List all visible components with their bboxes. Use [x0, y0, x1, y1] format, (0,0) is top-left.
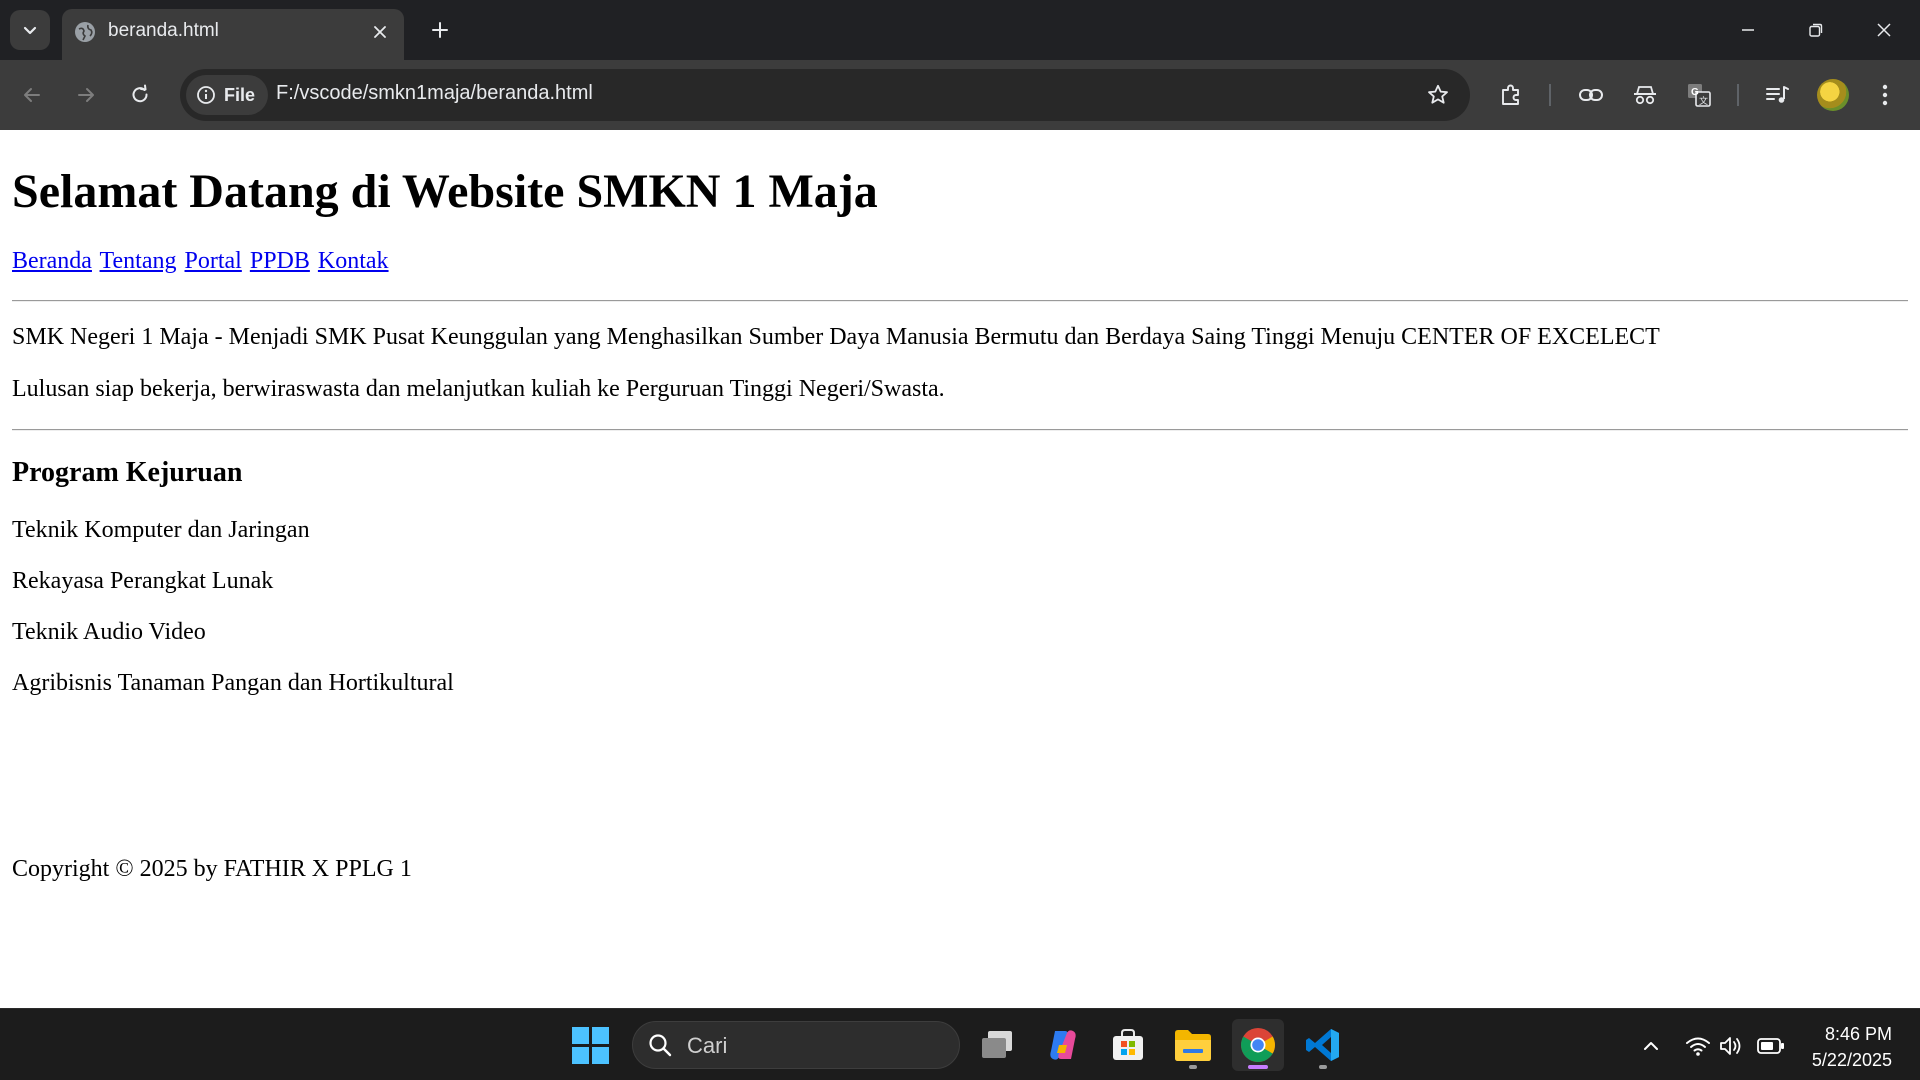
- show-hidden-icons-button[interactable]: [1636, 1031, 1666, 1061]
- chevron-down-icon: [23, 26, 37, 35]
- microsoft-store-button[interactable]: [1102, 1019, 1154, 1071]
- footer-copyright: Copyright © 2025 by FATHIR X PPLG 1: [12, 856, 412, 882]
- arrow-right-icon: [78, 88, 94, 102]
- browser-tab-active[interactable]: beranda.html: [62, 9, 404, 60]
- translate-button[interactable]: G文: [1682, 78, 1716, 112]
- running-indicator: [1189, 1065, 1197, 1069]
- close-icon: [374, 26, 386, 38]
- reload-icon: [132, 84, 148, 103]
- chrome-icon: [1241, 1028, 1275, 1062]
- translate-icon: G文: [1688, 84, 1711, 107]
- nav-link-tentang[interactable]: Tentang: [100, 248, 177, 274]
- divider: [12, 300, 1908, 302]
- site-info-chip[interactable]: File: [186, 75, 268, 115]
- plus-icon: [432, 22, 448, 38]
- intro-paragraph: SMK Negeri 1 Maja - Menjadi SMK Pusat Ke…: [12, 324, 1660, 350]
- windows-taskbar: Cari 8:46 PM 5/22/2025: [0, 1008, 1920, 1080]
- clock-date: 5/22/2025: [1811, 1050, 1892, 1070]
- close-icon: [1877, 23, 1891, 37]
- program-item: Rekayasa Perangkat Lunak: [12, 568, 274, 594]
- task-view-icon: [982, 1031, 1012, 1058]
- search-icon: [649, 1034, 672, 1057]
- vscode-taskbar-button[interactable]: [1297, 1019, 1349, 1071]
- wifi-icon: [1686, 1037, 1710, 1056]
- battery-icon: [1757, 1038, 1784, 1054]
- taskbar-search[interactable]: Cari: [632, 1021, 960, 1069]
- folder-icon: [1175, 1030, 1211, 1061]
- svg-text:G: G: [1691, 87, 1699, 98]
- windows-logo-icon: [572, 1027, 589, 1044]
- tab-title: beranda.html: [108, 20, 219, 41]
- globe-icon: [75, 22, 95, 42]
- chrome-menu-button[interactable]: [1868, 78, 1902, 112]
- start-button[interactable]: [572, 1027, 610, 1065]
- media-controls-button[interactable]: [1760, 78, 1794, 112]
- vscode-icon: [1306, 1029, 1339, 1061]
- file-explorer-button[interactable]: [1167, 1019, 1219, 1071]
- site-navigation: Beranda Tentang Portal PPDB Kontak: [12, 248, 391, 275]
- active-indicator: [1248, 1065, 1268, 1069]
- profile-avatar[interactable]: [1817, 79, 1849, 111]
- wifi-button[interactable]: [1683, 1031, 1713, 1061]
- link-icon: [1579, 89, 1603, 101]
- program-item: Teknik Audio Video: [12, 619, 206, 645]
- toolbar-separator: [1737, 84, 1739, 106]
- browser-toolbar: File F:/vscode/smkn1maja/beranda.html G文: [0, 60, 1920, 130]
- nav-link-kontak[interactable]: Kontak: [318, 248, 389, 274]
- volume-button[interactable]: [1716, 1031, 1746, 1061]
- back-button[interactable]: [12, 75, 52, 115]
- copy-link-button[interactable]: [1574, 78, 1608, 112]
- reload-button[interactable]: [120, 75, 160, 115]
- svg-text:文: 文: [1699, 95, 1708, 106]
- toolbar-separator: [1549, 84, 1551, 106]
- clock-time: 8:46 PM: [1824, 1024, 1892, 1044]
- incognito-button[interactable]: [1628, 78, 1662, 112]
- speaker-icon: [1720, 1037, 1741, 1055]
- forward-button[interactable]: [66, 75, 106, 115]
- tab-close-button[interactable]: [366, 18, 394, 46]
- close-window-button[interactable]: [1862, 8, 1906, 52]
- restore-icon: [1809, 23, 1823, 37]
- program-heading: Program Kejuruan: [12, 457, 243, 488]
- more-vertical-icon: [1882, 84, 1888, 106]
- program-item: Teknik Komputer dan Jaringan: [12, 517, 310, 543]
- arrow-left-icon: [24, 88, 40, 102]
- restore-button[interactable]: [1794, 8, 1838, 52]
- page-content: Selamat Datang di Website SMKN 1 Maja Be…: [0, 130, 1920, 1008]
- url-text[interactable]: F:/vscode/smkn1maja/beranda.html: [276, 82, 593, 105]
- store-icon: [1113, 1029, 1143, 1060]
- task-view-button[interactable]: [972, 1019, 1024, 1071]
- bookmark-button[interactable]: [1424, 81, 1452, 109]
- star-icon: [1428, 84, 1448, 104]
- nav-link-ppdb[interactable]: PPDB: [250, 248, 310, 274]
- new-tab-button[interactable]: [424, 14, 456, 46]
- search-placeholder: Cari: [687, 1033, 728, 1058]
- minimize-icon: [1742, 29, 1754, 31]
- program-item: Agribisnis Tanaman Pangan dan Hortikultu…: [12, 670, 454, 696]
- address-bar[interactable]: File F:/vscode/smkn1maja/beranda.html: [180, 69, 1470, 121]
- chrome-taskbar-button[interactable]: [1232, 1019, 1284, 1071]
- tab-search-button[interactable]: [10, 10, 50, 50]
- extensions-button[interactable]: [1494, 78, 1528, 112]
- battery-button[interactable]: [1756, 1031, 1786, 1061]
- divider: [12, 429, 1908, 431]
- running-indicator: [1319, 1065, 1327, 1069]
- incognito-icon: [1634, 86, 1656, 105]
- chevron-up-icon: [1644, 1042, 1658, 1050]
- intro-paragraph: Lulusan siap bekerja, berwiraswasta dan …: [12, 376, 945, 402]
- puzzle-icon: [1502, 84, 1519, 105]
- media-queue-icon: [1766, 86, 1789, 103]
- system-clock[interactable]: 8:46 PM 5/22/2025: [1812, 1021, 1892, 1073]
- minimize-button[interactable]: [1726, 8, 1770, 52]
- nav-link-beranda[interactable]: Beranda: [12, 248, 92, 274]
- copilot-button[interactable]: [1037, 1019, 1089, 1071]
- page-title: Selamat Datang di Website SMKN 1 Maja: [12, 165, 878, 218]
- browser-tab-strip: beranda.html: [0, 0, 1920, 60]
- info-icon: [197, 86, 215, 104]
- copilot-icon: [1050, 1030, 1076, 1060]
- nav-link-portal[interactable]: Portal: [185, 248, 242, 274]
- site-info-label: File: [224, 84, 256, 105]
